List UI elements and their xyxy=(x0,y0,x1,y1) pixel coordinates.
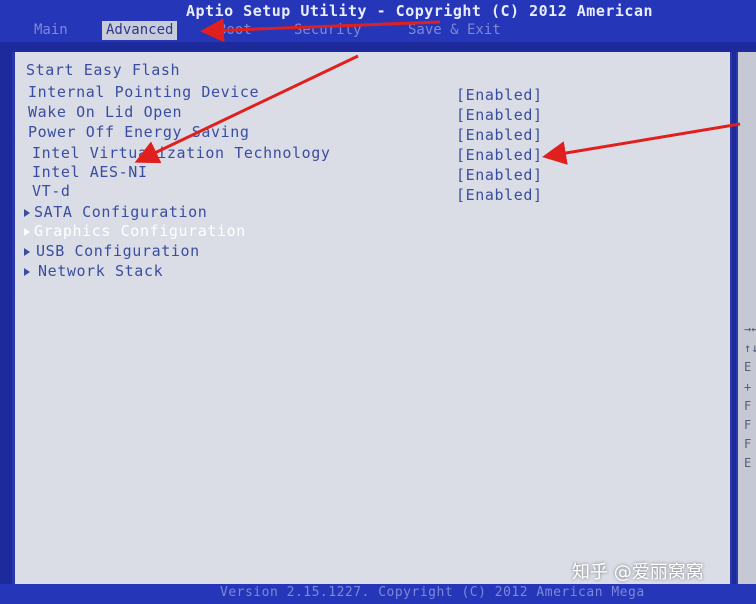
graphics-configuration-item[interactable]: Graphics Configuration xyxy=(34,222,246,240)
submenu-arrow-icon xyxy=(24,209,30,217)
help-key: + xyxy=(744,380,752,394)
intel-aes-ni-label[interactable]: Intel AES-NI xyxy=(32,163,148,181)
bios-screen: Aptio Setup Utility - Copyright (C) 2012… xyxy=(0,0,756,604)
internal-pointing-device-label[interactable]: Internal Pointing Device xyxy=(28,83,259,101)
tab-bar: Main Advanced Boot Security Save & Exit xyxy=(0,20,756,42)
title-bar: Aptio Setup Utility - Copyright (C) 2012… xyxy=(0,0,756,22)
intel-aes-ni-value[interactable]: [Enabled] xyxy=(456,166,543,184)
tab-main[interactable]: Main xyxy=(30,21,72,40)
help-key: F xyxy=(744,437,752,451)
footer-text: Version 2.15.1227. Copyright (C) 2012 Am… xyxy=(220,585,645,600)
intel-virtualization-value[interactable]: [Enabled] xyxy=(456,146,543,164)
usb-configuration-item[interactable]: USB Configuration xyxy=(36,242,200,260)
help-key: F xyxy=(744,418,752,432)
vt-d-value[interactable]: [Enabled] xyxy=(456,186,543,204)
help-key: E xyxy=(744,456,752,470)
help-key: →← xyxy=(744,322,756,336)
internal-pointing-device-value[interactable]: [Enabled] xyxy=(456,86,543,104)
vt-d-label[interactable]: VT-d xyxy=(32,182,71,200)
title-text: Aptio Setup Utility - Copyright (C) 2012… xyxy=(186,2,654,20)
submenu-arrow-icon xyxy=(24,268,30,276)
settings-panel: Start Easy Flash Internal Pointing Devic… xyxy=(12,52,732,584)
help-key: ↑↓ xyxy=(744,341,756,355)
help-column xyxy=(736,52,756,584)
power-off-energy-saving-value[interactable]: [Enabled] xyxy=(456,126,543,144)
power-off-energy-saving-label[interactable]: Power Off Energy Saving xyxy=(28,123,250,141)
start-easy-flash-item[interactable]: Start Easy Flash xyxy=(26,61,180,79)
submenu-arrow-icon xyxy=(24,228,30,236)
tab-save-exit[interactable]: Save & Exit xyxy=(404,21,505,40)
tab-security[interactable]: Security xyxy=(290,21,365,40)
network-stack-item[interactable]: Network Stack xyxy=(38,262,163,280)
watermark: 知乎 @爱丽窝窝 xyxy=(572,562,704,583)
footer-bar: Version 2.15.1227. Copyright (C) 2012 Am… xyxy=(0,584,756,604)
tab-boot[interactable]: Boot xyxy=(214,21,256,40)
submenu-arrow-icon xyxy=(24,248,30,256)
help-key: F xyxy=(744,399,752,413)
intel-virtualization-label[interactable]: Intel Virtualization Technology xyxy=(32,144,331,162)
tab-advanced[interactable]: Advanced xyxy=(102,21,178,40)
wake-on-lid-open-value[interactable]: [Enabled] xyxy=(456,106,543,124)
sata-configuration-item[interactable]: SATA Configuration xyxy=(34,203,207,221)
help-key: E xyxy=(744,360,752,374)
wake-on-lid-open-label[interactable]: Wake On Lid Open xyxy=(28,103,182,121)
